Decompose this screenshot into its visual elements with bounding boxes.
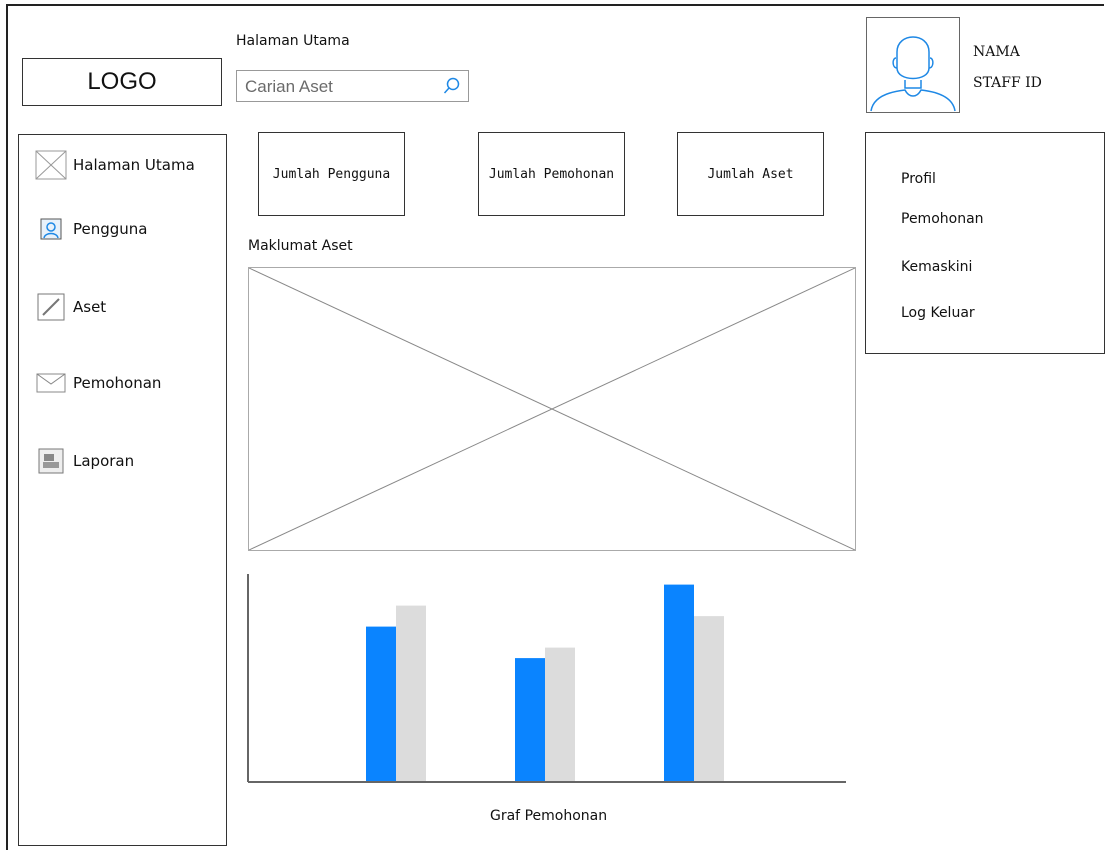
bar-group2-series2 bbox=[545, 647, 575, 782]
user-staff-id: STAFF ID bbox=[973, 75, 1042, 91]
logo: LOGO bbox=[22, 58, 222, 106]
request-chart bbox=[246, 572, 850, 788]
user-name: NAMA bbox=[973, 44, 1020, 60]
avatar[interactable] bbox=[866, 17, 960, 113]
sidebar-item-label: Laporan bbox=[73, 452, 135, 470]
menu-item-profil[interactable]: Profil bbox=[901, 171, 936, 187]
sidebar-item-pengguna[interactable]: Pengguna bbox=[35, 213, 148, 245]
menu-item-log-keluar[interactable]: Log Keluar bbox=[901, 305, 975, 321]
mail-icon bbox=[35, 367, 67, 399]
bar-group1-series1 bbox=[366, 626, 396, 782]
user-avatar-icon bbox=[870, 36, 956, 112]
sidebar-item-halaman-utama[interactable]: Halaman Utama bbox=[35, 149, 195, 181]
search-icon[interactable] bbox=[442, 76, 462, 100]
menu-item-pemohonan[interactable]: Pemohonan bbox=[901, 211, 984, 227]
edit-icon bbox=[35, 291, 67, 323]
bar-group2-series1 bbox=[515, 658, 545, 782]
sidebar-item-label: Aset bbox=[73, 298, 107, 316]
page-title: Halaman Utama bbox=[236, 33, 350, 49]
stat-card-jumlah-pengguna[interactable]: Jumlah Pengguna bbox=[258, 132, 405, 216]
sidebar: Halaman Utama Pengguna Aset Pemohonan La… bbox=[18, 134, 227, 846]
user-menu: Profil Pemohonan Kemaskini Log Keluar bbox=[865, 132, 1105, 354]
section-title-maklumat-aset: Maklumat Aset bbox=[248, 238, 353, 254]
stat-card-jumlah-pemohonan[interactable]: Jumlah Pemohonan bbox=[478, 132, 625, 216]
search-input[interactable] bbox=[243, 72, 437, 102]
image-placeholder bbox=[248, 267, 856, 551]
image-placeholder-icon bbox=[35, 149, 67, 181]
search-box bbox=[236, 70, 469, 102]
menu-item-kemaskini[interactable]: Kemaskini bbox=[901, 259, 972, 275]
image-placeholder-icon bbox=[248, 267, 856, 551]
bar-group3-series2 bbox=[694, 616, 724, 782]
bar-group1-series2 bbox=[396, 605, 426, 782]
bar-group3-series1 bbox=[664, 584, 694, 782]
sidebar-item-laporan[interactable]: Laporan bbox=[35, 445, 134, 477]
chart-title: Graf Pemohonan bbox=[490, 808, 608, 824]
stat-card-jumlah-aset[interactable]: Jumlah Aset bbox=[677, 132, 824, 216]
sidebar-item-aset[interactable]: Aset bbox=[35, 291, 106, 323]
user-icon bbox=[35, 213, 67, 245]
sidebar-item-pemohonan[interactable]: Pemohonan bbox=[35, 367, 161, 399]
sidebar-item-label: Pengguna bbox=[73, 220, 148, 238]
sidebar-item-label: Halaman Utama bbox=[73, 156, 195, 174]
report-icon bbox=[35, 445, 67, 477]
sidebar-item-label: Pemohonan bbox=[73, 374, 162, 392]
bar-chart bbox=[247, 574, 846, 783]
